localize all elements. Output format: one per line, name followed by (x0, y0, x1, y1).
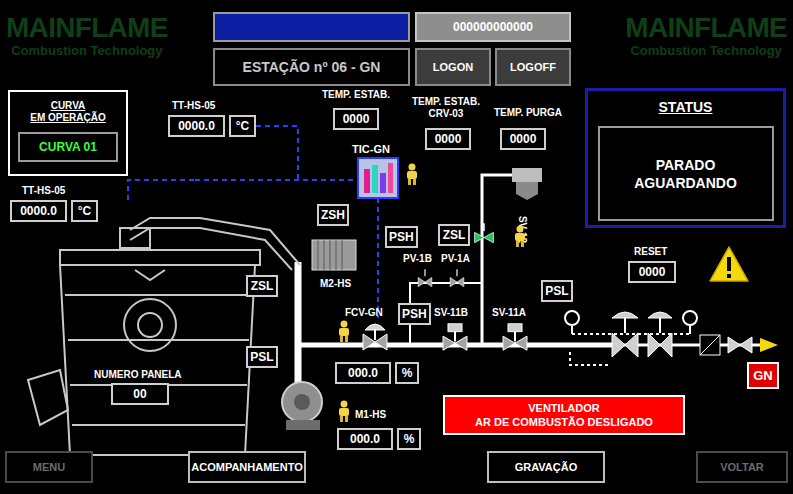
switch-tag: PSH (385, 226, 418, 248)
switch-tag: ZSL (438, 224, 470, 246)
switch-tag: PSH (398, 303, 431, 325)
valve-tag: PV-1A (441, 251, 470, 266)
temperature-reading: 0000.0°C (168, 115, 256, 137)
setpoint-label: TEMP. ESTAB. (318, 89, 394, 101)
temperature-tag: TT-HS-05 (172, 98, 215, 113)
temperature-reading: 0000.0°C (10, 200, 98, 222)
operator-icon (336, 320, 352, 342)
header-button[interactable]: LOGOFF (495, 48, 571, 86)
operator-icon (404, 163, 420, 185)
setpoint-value: 0000 (425, 128, 471, 150)
valve-icon[interactable] (441, 322, 469, 352)
switch-tag: PSL (246, 346, 278, 368)
alarm-banner: VENTILADORAR DE COMBUSTÃO DESLIGADO (443, 395, 685, 435)
warning-icon (708, 245, 750, 283)
output-tag: M1-HS (355, 407, 386, 422)
setpoint-value: 0000 (333, 108, 379, 130)
curve-panel: CURVAEM OPERAÇÃOCURVA 01 (8, 90, 128, 176)
hmi-screen: MAINFLAMECombustion Technology MAINFLAMEC… (0, 0, 793, 494)
station-label: ESTAÇÃO nº 06 - GN (213, 48, 410, 86)
setpoint-label: TEMP. ESTAB.CRV-03 (406, 96, 486, 120)
ladle-illustration (20, 210, 302, 478)
valve-icon[interactable] (501, 322, 529, 352)
setpoint-label: TEMP. PURGA (486, 107, 570, 119)
footer-button[interactable]: MENU (5, 451, 93, 483)
footer-button[interactable]: VOLTAR (696, 451, 788, 483)
footer-button[interactable]: GRAVAÇÃO (487, 451, 605, 483)
setpoint-value: 0000 (500, 128, 546, 150)
motor-tag: M2-HS (320, 276, 351, 291)
valve-tag: FCV-GN (345, 305, 383, 320)
valve-icon[interactable] (361, 318, 389, 352)
switch-tag: PSL (541, 280, 573, 302)
ladle-number: 00 (111, 383, 169, 405)
header-button[interactable]: LOGON (415, 48, 491, 86)
valve-icon[interactable] (417, 268, 433, 288)
valve-tag: PV-1B (403, 251, 432, 266)
switch-tag: ZSH (317, 204, 349, 226)
curve-value: CURVA 01 (18, 132, 118, 162)
controller-icon[interactable] (357, 157, 399, 199)
valve-tag: SV-11B (434, 305, 468, 320)
user-field[interactable] (213, 12, 410, 42)
status-panel: STATUSPARADOAGUARDANDO (585, 88, 786, 228)
controller-tag: TIC-GN (352, 141, 390, 158)
fuel-badge: GN (747, 362, 779, 389)
operator-icon (512, 225, 528, 247)
temperature-tag: TT-HS-05 (22, 183, 65, 198)
switch-tag: ZSL (246, 275, 278, 297)
output-reading: 000.0% (337, 428, 421, 450)
id-field: 000000000000 (415, 12, 571, 42)
brand-logo: MAINFLAMECombustion Technology (6, 14, 168, 57)
valve-icon[interactable] (473, 222, 495, 244)
footer-button[interactable]: ACOMPANHAMENTO (188, 451, 306, 483)
ladle-label: NUMERO PANELA (94, 367, 182, 382)
reset-value[interactable]: 0000 (628, 261, 676, 283)
operator-icon (336, 400, 352, 422)
brand-logo: MAINFLAMECombustion Technology (625, 14, 787, 57)
output-reading: 000.0% (335, 362, 419, 384)
reset-label: RESET (634, 244, 667, 259)
valve-icon[interactable] (449, 268, 465, 288)
valve-tag: SV-11A (492, 305, 526, 320)
